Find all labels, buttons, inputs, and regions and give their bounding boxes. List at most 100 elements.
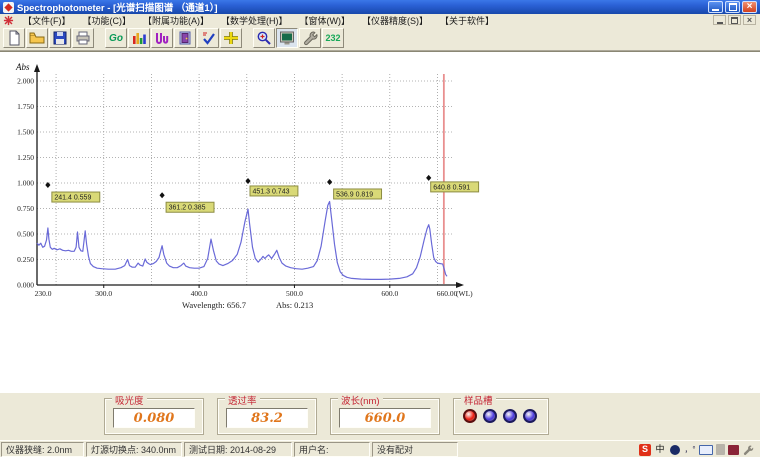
transmittance-label: 透过率: [225, 393, 260, 407]
peak-label: 241.4 0.559: [54, 195, 91, 202]
minimize-button[interactable]: [708, 1, 723, 13]
spectrum-chart[interactable]: Abs0.0000.2500.5000.7501.0001.2501.5001.…: [4, 60, 488, 314]
wavelength-value: 660.0: [339, 408, 431, 428]
go-button[interactable]: Go: [105, 28, 127, 48]
cursor-wavelength-readout: Wavelength: 656.7: [182, 300, 246, 310]
open-folder-icon: [29, 30, 45, 46]
color-bars-icon: [131, 30, 147, 46]
keyboard-icon[interactable]: [699, 445, 713, 455]
x-tick-label: 230.0: [35, 289, 52, 298]
save-floppy-icon: [52, 30, 68, 46]
status-test-date: 测试日期: 2014-08-29: [184, 442, 292, 457]
toolbar: Go: [0, 26, 760, 51]
monitor-icon: [279, 30, 295, 46]
yellow-cross-icon: [223, 30, 239, 46]
peak-label: 536.9 0.819: [336, 191, 373, 198]
moon-icon[interactable]: [670, 445, 680, 455]
transmittance-value: 83.2: [226, 408, 308, 428]
sogou-icon[interactable]: S: [639, 444, 651, 456]
y-tick-label: 1.250: [17, 153, 34, 162]
status-pairing: 没有配对: [372, 442, 458, 457]
mdi-minimize-icon: [717, 17, 723, 24]
y-axis-arrow: [34, 64, 40, 72]
restore-icon: [729, 3, 737, 11]
absorbance-label: 吸光度: [112, 393, 147, 407]
x-axis-arrow: [456, 282, 464, 288]
rs232-button[interactable]: 232: [322, 28, 344, 48]
punctuation-icon[interactable]: ，°: [684, 444, 696, 456]
wavelength-tool-button[interactable]: [220, 28, 242, 48]
status-bar: 仪器狭缝: 2.0nm 灯源切换点: 340.0nm 测试日期: 2014-08…: [0, 440, 760, 457]
sample-slot-led[interactable]: [463, 409, 477, 423]
y-tick-label: 0.750: [17, 204, 34, 213]
mic-icon[interactable]: [716, 444, 725, 455]
mdi-minimize-button[interactable]: [713, 15, 726, 25]
wavelength-group: 波长(nm) 660.0: [330, 398, 440, 435]
peak-marker: [245, 178, 250, 184]
spectrophotometer-window: { "window": { "title": "Spectrophotomete…: [0, 0, 760, 457]
peak-marker: [426, 175, 431, 181]
menu-math[interactable]: 【数学处理(H)】: [215, 14, 294, 27]
zoom-button[interactable]: [253, 28, 275, 48]
title-bar: Spectrophotometer - [光谱扫描图谱 （通道1）]: [0, 0, 760, 14]
y-tick-label: 1.500: [17, 128, 34, 137]
menu-about[interactable]: 【关于软件】: [434, 14, 500, 27]
y-tick-label: 1.750: [17, 102, 34, 111]
histogram-button[interactable]: [151, 28, 173, 48]
x-unit-label: (WL): [456, 289, 473, 298]
confirm-button[interactable]: [197, 28, 219, 48]
sample-slot-group: 样品槽: [453, 398, 549, 435]
close-icon: [747, 2, 753, 12]
exit-button[interactable]: [174, 28, 196, 48]
wavelength-label: 波长(nm): [338, 393, 383, 407]
peak-marker: [327, 179, 332, 185]
save-button[interactable]: [49, 28, 71, 48]
transmittance-group: 透过率 83.2: [217, 398, 317, 435]
peak-label: 451.3 0.743: [253, 188, 290, 195]
status-spacer: [459, 442, 639, 457]
restore-button[interactable]: [725, 1, 740, 13]
sample-slot-leds: [463, 409, 548, 423]
menu-accuracy[interactable]: 【仪器精度(S)】: [356, 14, 434, 27]
go-icon: Go: [109, 33, 123, 44]
spectrum-bars-button[interactable]: [128, 28, 150, 48]
skin-icon[interactable]: [728, 445, 739, 455]
child-window-system-icon: [3, 15, 14, 26]
sample-slot-led[interactable]: [503, 409, 517, 423]
x-tick-label: 400.0: [191, 289, 208, 298]
minimize-icon: [712, 3, 719, 11]
absorbance-curve: [37, 202, 447, 280]
absorbance-group: 吸光度 0.080: [104, 398, 204, 435]
peak-marker: [159, 192, 164, 198]
cursor-abs-readout: Abs: 0.213: [276, 300, 313, 310]
tray-wrench-icon[interactable]: [742, 444, 754, 456]
mdi-close-button[interactable]: [743, 15, 756, 25]
y-tick-label: 0.500: [17, 230, 34, 239]
y-tick-label: 1.000: [17, 179, 34, 188]
y-tick-label: 2.000: [17, 77, 34, 86]
y-tick-label: 0.000: [17, 281, 34, 290]
settings-button[interactable]: [299, 28, 321, 48]
mdi-restore-icon: [731, 17, 738, 24]
mdi-close-icon: [747, 15, 752, 25]
sample-slot-led[interactable]: [523, 409, 537, 423]
menu-file[interactable]: 【文件(F)】: [17, 14, 77, 27]
peak-label: 361.2 0.385: [169, 205, 206, 212]
menu-auxiliary[interactable]: 【附属功能(A)】: [137, 14, 215, 27]
menu-function[interactable]: 【功能(C)】: [77, 14, 138, 27]
open-file-button[interactable]: [26, 28, 48, 48]
menu-window[interactable]: 【窗体(W)】: [294, 14, 357, 27]
input-method-tray: S 中 ，°: [639, 442, 760, 457]
chinese-mode-icon[interactable]: 中: [654, 444, 666, 456]
new-file-button[interactable]: [3, 28, 25, 48]
y-axis-title: Abs: [15, 62, 30, 72]
display-mode-button[interactable]: [276, 28, 298, 48]
mdi-client-area: Abs0.0000.2500.5000.7501.0001.2501.5001.…: [0, 51, 760, 393]
close-button[interactable]: [742, 1, 757, 13]
sample-slot-led[interactable]: [483, 409, 497, 423]
mdi-restore-button[interactable]: [728, 15, 741, 25]
measurement-panel: 吸光度 0.080 透过率 83.2 波长(nm) 660.0 样品槽: [0, 393, 760, 440]
print-button[interactable]: [72, 28, 94, 48]
status-lamp-switch: 灯源切换点: 340.0nm: [86, 442, 182, 457]
purple-histogram-icon: [154, 30, 170, 46]
